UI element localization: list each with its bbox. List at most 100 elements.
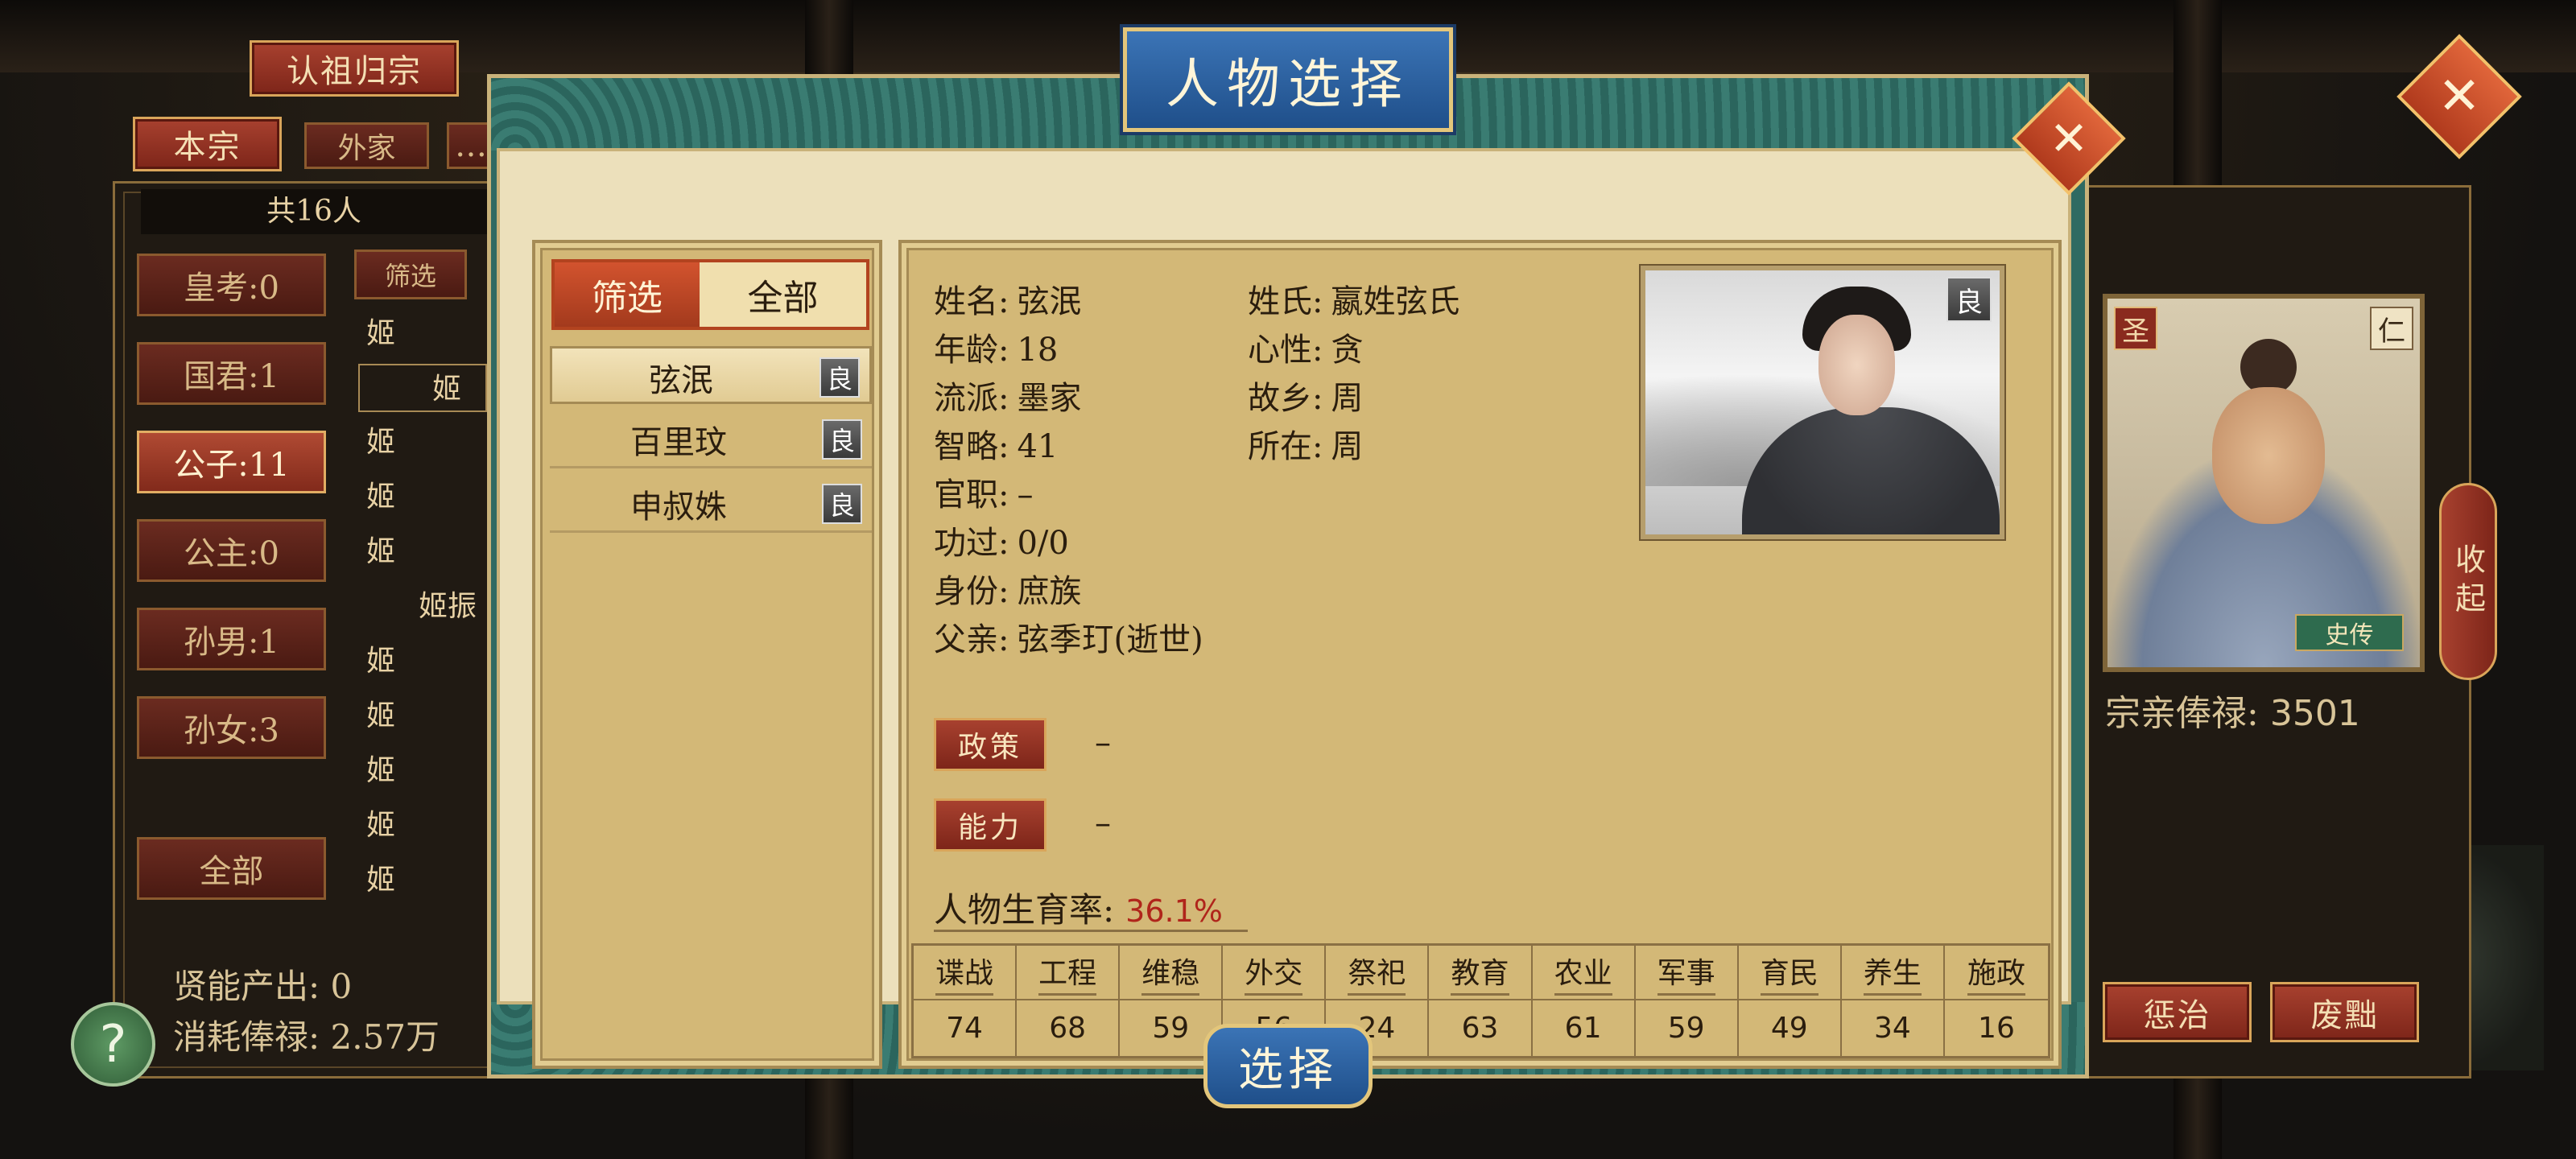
category-princesses[interactable]: 公主:0	[137, 519, 326, 582]
close-icon: ✕	[2049, 111, 2089, 166]
info-surname-value: 嬴姓弦氏	[1331, 283, 1460, 320]
stat-governance: 施政 16	[1944, 946, 2048, 1056]
info-temper-value: 贪	[1331, 332, 1364, 369]
info-age-value: 18	[1017, 332, 1059, 369]
info-name: 姓名: 弦泯	[934, 275, 1081, 322]
info-father-label: 父亲:	[934, 621, 1009, 658]
stat-label: 外交	[1245, 950, 1303, 996]
clan-member-name[interactable]: 姬	[366, 473, 495, 522]
clan-stipend-value: 3501	[2269, 693, 2360, 734]
clan-member-name[interactable]: 姬	[366, 419, 495, 467]
clan-member-name[interactable]: 姬	[366, 802, 495, 850]
stat-label: 维稳	[1141, 950, 1200, 996]
punish-button[interactable]: 惩治	[2103, 982, 2252, 1042]
category-monarch[interactable]: 国君:1	[137, 342, 326, 405]
candidate-list-pane: 筛选 全部 弦泯 良 百里玟 良 申叔姝 良	[532, 240, 882, 1069]
depose-button[interactable]: 废黜	[2270, 982, 2419, 1042]
info-temper-label: 心性:	[1248, 332, 1323, 369]
clan-member-name[interactable]: 姬	[366, 528, 495, 576]
category-princes[interactable]: 公子:11	[137, 431, 326, 493]
stat-value: 16	[1978, 1012, 2015, 1045]
policy-value: –	[1095, 724, 1111, 761]
category-emperor-father[interactable]: 皇考:0	[137, 254, 326, 316]
info-location-label: 所在:	[1248, 428, 1323, 465]
select-button[interactable]: 选择	[1203, 1024, 1373, 1108]
clan-stipend-label: 宗亲俸禄:	[2105, 693, 2259, 734]
policy-button[interactable]: 政策	[934, 718, 1046, 771]
info-office-value: –	[1017, 476, 1034, 514]
clan-member-name[interactable]: 姬	[366, 310, 495, 358]
stat-label: 军事	[1657, 950, 1715, 996]
stat-health: 养生 34	[1841, 946, 1945, 1056]
candidate-item-selected[interactable]: 弦泯 良	[550, 346, 872, 404]
tab-all[interactable]: 全部	[700, 262, 866, 327]
info-hometown: 故乡: 周	[1248, 372, 1363, 419]
character-portrait[interactable]: 良	[1641, 266, 2004, 539]
grade-badge: 良	[822, 484, 862, 524]
stat-label: 工程	[1038, 950, 1097, 996]
info-wisdom-value: 41	[1017, 428, 1059, 465]
list-filter-tabs: 筛选 全部	[551, 259, 869, 330]
info-wisdom: 智略: 41	[934, 420, 1058, 467]
info-status-value: 庶族	[1017, 573, 1082, 610]
info-merit: 功过: 0/0	[934, 517, 1069, 563]
clan-member-name[interactable]: 姬	[366, 856, 495, 905]
clan-member-name[interactable]: 姬	[366, 747, 495, 795]
clan-member-name-selected[interactable]: 姬	[358, 364, 487, 412]
dialog-title: 人物选择	[1123, 27, 1453, 132]
stat-label: 养生	[1863, 950, 1922, 996]
category-grandsons[interactable]: 孙男:1	[137, 608, 326, 670]
stat-espionage: 谍战 74	[914, 946, 1018, 1056]
fertility-underline	[934, 930, 1248, 932]
info-school: 流派: 墨家	[934, 372, 1081, 419]
help-button[interactable]: ?	[71, 1002, 155, 1087]
grade-badge: 良	[822, 419, 862, 460]
dialog-body: 筛选 全部 弦泯 良 百里玟 良 申叔姝 良 姓名: 弦泯 姓氏: 嬴姓弦氏 年龄:…	[497, 148, 2071, 1069]
clan-member-portrait[interactable]: 圣 仁 史传	[2103, 294, 2425, 672]
portrait-grade-badge: 良	[1946, 277, 1992, 322]
fertility-rate: 人物生育率: 36.1%	[934, 883, 1223, 932]
candidate-name: 弦泯	[649, 362, 713, 399]
clan-filter-button[interactable]: 筛选	[354, 250, 467, 299]
clan-member-name[interactable]: 姬	[366, 637, 495, 686]
stat-value: 74	[946, 1012, 983, 1045]
stat-label: 育民	[1760, 950, 1818, 996]
salary-consumption-label: 消耗俸禄:	[173, 1017, 320, 1057]
stats-table: 谍战74 工程68 维稳59 外交56 祭祀24 教育63 农业61 军事59 …	[911, 943, 2050, 1058]
info-location-value: 周	[1331, 428, 1364, 465]
ability-value: –	[1095, 805, 1111, 842]
info-location: 所在: 周	[1248, 420, 1363, 467]
biography-badge[interactable]: 史传	[2295, 614, 2404, 651]
clan-member-name[interactable]: 姬	[366, 692, 495, 740]
character-info-pane: 姓名: 弦泯 姓氏: 嬴姓弦氏 年龄: 18 心性: 贪 流派: 墨家 故乡: 周 智略: 4…	[898, 240, 2062, 1069]
info-status-label: 身份:	[934, 573, 1009, 610]
stat-label: 教育	[1451, 950, 1509, 996]
info-father-value: 弦季玎(逝世)	[1017, 621, 1203, 658]
category-all[interactable]: 全部	[137, 837, 326, 900]
candidate-item[interactable]: 百里玟 良	[550, 410, 872, 468]
info-temper: 心性: 贪	[1248, 324, 1363, 370]
stat-value: 63	[1461, 1012, 1499, 1045]
info-age: 年龄: 18	[934, 324, 1058, 370]
info-age-label: 年龄:	[934, 332, 1009, 369]
clan-member-count: 共16人	[141, 189, 487, 234]
stat-label: 施政	[1967, 950, 2025, 996]
collapse-button[interactable]: 收起	[2439, 483, 2497, 680]
talent-output: 贤能产出: 0	[173, 959, 352, 1008]
stat-label: 农业	[1554, 950, 1612, 996]
salary-consumption: 消耗俸禄: 2.57万	[173, 1010, 440, 1059]
candidate-name: 申叔姝	[630, 489, 727, 526]
info-father: 父亲: 弦季玎(逝世)	[934, 613, 1203, 660]
stat-military: 军事 59	[1635, 946, 1739, 1056]
benevolent-badge: 仁	[2370, 307, 2413, 350]
recognize-ancestry-button[interactable]: 认祖归宗	[250, 40, 459, 97]
category-granddaughters[interactable]: 孙女:3	[137, 696, 326, 759]
ability-button[interactable]: 能力	[934, 798, 1046, 852]
tab-filter[interactable]: 筛选	[555, 262, 700, 327]
portrait-face	[1818, 315, 1895, 415]
candidate-item[interactable]: 申叔姝 良	[550, 475, 872, 533]
tab-maternal-clan[interactable]: 外家	[304, 122, 429, 169]
portrait-face	[2212, 387, 2325, 524]
info-wisdom-label: 智略:	[934, 428, 1009, 465]
tab-main-clan[interactable]: 本宗	[133, 117, 282, 171]
